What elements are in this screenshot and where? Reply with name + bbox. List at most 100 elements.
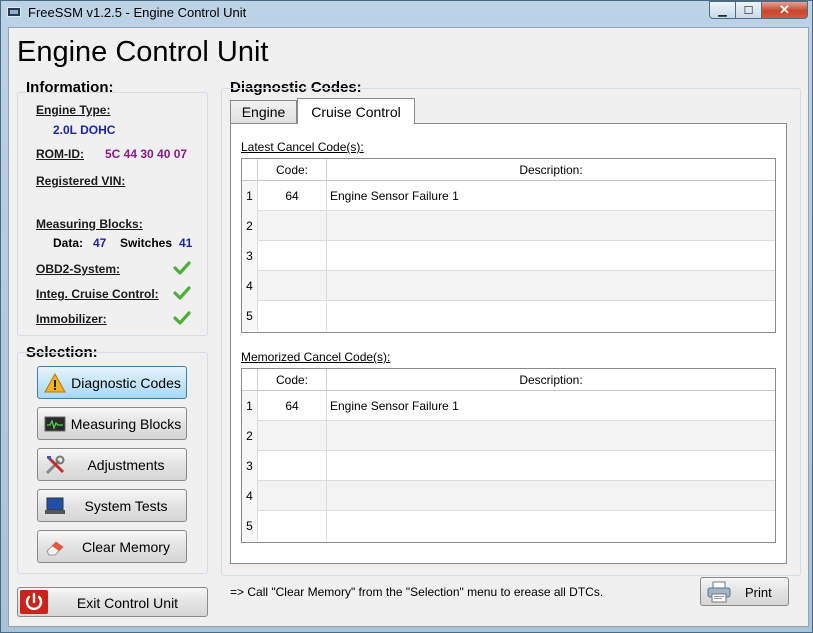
check-icon [173,286,191,300]
latest-codes-table: Code: Description: 1 64 Engine Sensor Fa… [241,158,776,333]
check-icon [173,261,191,275]
printer-icon [707,581,731,603]
row-code: 64 [258,391,327,421]
header-description: Description: [519,373,583,387]
row-description [327,271,775,301]
table-row[interactable]: 4 [242,481,775,511]
header-code: Code: [258,159,327,181]
row-description [327,481,775,511]
app-icon [7,7,21,17]
row-index: 3 [242,451,258,481]
row-index: 4 [242,271,258,301]
row-index: 5 [242,511,258,541]
row-description: Engine Sensor Failure 1 [330,399,459,413]
maximize-button[interactable]: ☐ [736,1,762,19]
print-button[interactable]: Print [700,577,789,606]
row-code [258,301,327,331]
row-index: 5 [242,301,258,331]
row-description [327,511,775,541]
client-area: Engine Control Unit Information: Engine … [8,27,809,627]
table-row[interactable]: 5 [242,301,775,331]
page-title: Engine Control Unit [17,36,269,68]
romid-label: ROM-ID: [36,147,84,161]
row-description [327,211,775,241]
memorized-codes-table: Code: Description: 1 64 Engine Sensor Fa… [241,368,776,543]
mb-switches-value: 41 [179,236,193,250]
check-icon [173,311,191,325]
row-description [327,241,775,271]
table-row[interactable]: 1 64 Engine Sensor Failure 1 [242,181,775,211]
table-row[interactable]: 3 [242,241,775,271]
cruise-control-label: Integ. Cruise Control: [36,287,159,301]
table-row[interactable]: 4 [242,271,775,301]
adjustments-button[interactable]: Adjustments [37,448,187,481]
row-code [258,271,327,301]
header-code: Code: [258,369,327,391]
measuring-blocks-label: Measuring Blocks: [36,217,143,231]
table-header: Code: Description: [242,159,775,181]
engine-type-label: Engine Type: [36,103,111,117]
header-index [242,369,258,391]
vin-label: Registered VIN: [36,174,126,188]
minimize-button[interactable]: ▁ [709,1,736,19]
button-label: Measuring Blocks [70,415,182,432]
row-description: Engine Sensor Failure 1 [330,189,459,203]
row-code [258,481,327,511]
measuring-blocks-button[interactable]: Measuring Blocks [37,407,187,440]
window-title: FreeSSM v1.2.5 - Engine Control Unit [28,5,247,20]
row-index: 2 [242,211,258,241]
table-row[interactable]: 5 [242,511,775,541]
exit-label: Exit Control Unit [76,595,179,611]
print-label: Print [745,585,772,600]
table-row[interactable]: 2 [242,421,775,451]
close-button[interactable]: ✕ [762,1,808,19]
mb-data-value: 47 [93,236,107,250]
button-label: System Tests [84,497,168,514]
row-code [258,241,327,271]
tab-engine[interactable]: Engine [230,100,297,123]
row-index: 2 [242,421,258,451]
button-label: Adjustments [87,456,165,473]
row-code [258,211,327,241]
memorized-codes-caption: Memorized Cancel Code(s): [241,350,391,364]
mb-switches-label: Switches [120,236,173,250]
system-tests-button[interactable]: System Tests [37,489,187,522]
header-description: Description: [519,163,583,177]
diagnostic-codes-button[interactable]: Diagnostic Codes [37,366,187,399]
warning-icon [44,372,66,393]
title-bar[interactable]: FreeSSM v1.2.5 - Engine Control Unit ▁ ☐… [1,1,812,25]
row-index: 1 [242,391,258,421]
mb-data-label: Data: [53,236,84,250]
row-code [258,511,327,541]
table-row[interactable]: 2 [242,211,775,241]
eraser-icon [46,541,64,556]
app-window: FreeSSM v1.2.5 - Engine Control Unit ▁ ☐… [0,0,813,633]
table-row[interactable]: 3 [242,451,775,481]
button-label: Clear Memory [82,538,170,555]
romid-value: 5C 44 30 40 07 [105,147,188,161]
obd2-label: OBD2-System: [36,262,121,276]
row-code: 64 [258,181,327,211]
table-header: Code: Description: [242,369,775,391]
row-index: 3 [242,241,258,271]
cruise-control-panel: Latest Cancel Code(s): Code: Description… [230,123,787,564]
button-label: Diagnostic Codes [71,374,181,391]
power-icon [20,590,48,614]
row-code [258,421,327,451]
row-code [258,451,327,481]
engine-type-value: 2.0L DOHC [53,123,116,137]
tab-cruise-control[interactable]: Cruise Control [297,98,415,124]
row-description [327,301,775,331]
exit-control-unit-button[interactable]: Exit Control Unit [17,587,208,617]
clear-memory-hint: => Call "Clear Memory" from the "Selecti… [230,585,604,599]
row-index: 1 [242,181,258,211]
clear-memory-button[interactable]: Clear Memory [37,530,187,563]
row-description [327,451,775,481]
row-description [327,421,775,451]
window-controls: ▁ ☐ ✕ [709,1,808,19]
monitor-graph-icon [44,416,66,432]
table-row[interactable]: 1 64 Engine Sensor Failure 1 [242,391,775,421]
tools-icon [45,455,65,475]
latest-codes-caption: Latest Cancel Code(s): [241,140,364,154]
header-index [242,159,258,181]
